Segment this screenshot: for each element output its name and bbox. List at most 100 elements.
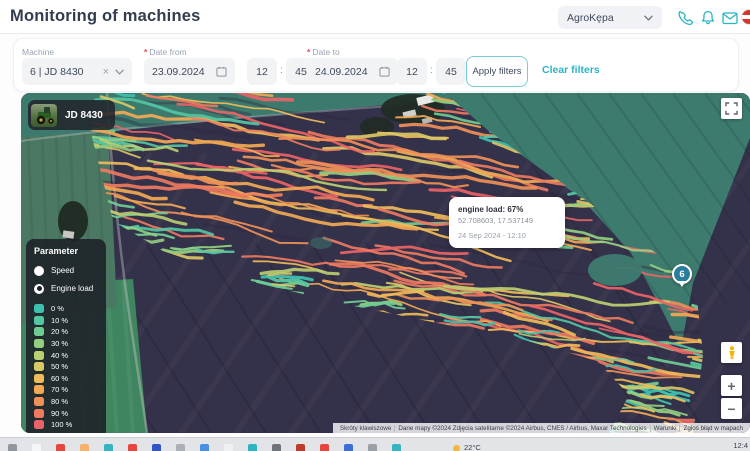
app-header: Monitoring of machines AgroKępa [0, 0, 750, 34]
legend-scale-row: 0 % [34, 303, 98, 315]
legend-swatch-label: 0 % [51, 304, 64, 313]
legend-scale-row: 60 % [34, 373, 98, 385]
date-from-input[interactable]: 23.09.2024 [144, 58, 235, 85]
machine-photo [31, 104, 57, 127]
legend-swatch [34, 362, 44, 371]
legend-swatch [34, 316, 44, 325]
map-attribution: Skróty klawiszowe Dane mapy ©2024 Zdjęcia… [333, 423, 750, 433]
phone-icon[interactable] [676, 9, 694, 27]
legend-scale-row: 100 % [34, 419, 98, 431]
legend-swatch-label: 60 % [51, 374, 68, 383]
legend-scale: 0 % 10 % 20 % 30 % 40 % 50 % 60 % 70 % 80 % 90 % 1… [34, 303, 98, 431]
machine-badge[interactable]: JD 8430 [28, 100, 115, 130]
legend-swatch [34, 385, 44, 394]
time-separator: : [430, 65, 433, 76]
taskbar-clock[interactable]: 12:4 [733, 441, 748, 450]
attribution-link[interactable]: Zgłoś błąd w mapach [683, 425, 743, 432]
legend-swatch-label: 100 % [51, 420, 72, 429]
chevron-down-icon [115, 69, 124, 75]
legend-scale-row: 10 % [34, 315, 98, 327]
legend-scale-row: 80 % [34, 396, 98, 408]
map-marker[interactable]: 6 [672, 264, 692, 284]
parameter-option-engine-load[interactable]: Engine load [34, 281, 98, 296]
marker-label: 6 [679, 269, 684, 280]
legend-swatch-label: 10 % [51, 316, 68, 325]
legend-scale-row: 20 % [34, 326, 98, 338]
machine-select[interactable]: 6 | JD 8430 × [22, 58, 132, 85]
tooltip-coordinates: 52.708603, 17.537149 [458, 216, 556, 225]
page-title: Monitoring of machines [10, 7, 200, 26]
clear-selection-icon[interactable]: × [103, 66, 109, 78]
taskbar-weather[interactable]: 22°C [453, 440, 481, 451]
fullscreen-icon [725, 102, 738, 115]
machine-select-value: 6 | JD 8430 [30, 66, 103, 78]
legend-scale-row: 90 % [34, 407, 98, 419]
minute-to-input[interactable]: 45 [436, 58, 466, 85]
legend-swatch-label: 20 % [51, 327, 68, 336]
time-separator: : [280, 65, 283, 76]
map-canvas[interactable]: JD 8430 engine load: 67% 52.708603, 17.5… [21, 93, 750, 433]
machine-label: Machine [22, 47, 54, 57]
legend-swatch [34, 339, 44, 348]
attribution-divider [679, 425, 680, 432]
legend-scale-row: 70 % [34, 384, 98, 396]
parameter-option-label: Speed [51, 266, 74, 275]
date-to-input[interactable]: 24.09.2024 [307, 58, 398, 85]
calendar-icon[interactable] [216, 66, 227, 77]
attribution-link[interactable]: Warunki [654, 425, 677, 432]
satellite-track-overlay [21, 93, 750, 433]
legend-swatch-label: 80 % [51, 397, 68, 406]
legend-swatch [34, 409, 44, 418]
page-background: Monitoring of machines AgroKępa Machine … [0, 0, 750, 450]
radio-selected-icon[interactable] [34, 284, 44, 294]
tooltip-value: engine load: 67% [458, 205, 556, 214]
legend-swatch [34, 327, 44, 336]
minus-icon: − [727, 402, 735, 416]
legend-swatch [34, 420, 44, 429]
hour-from-input[interactable]: 12 [247, 58, 277, 85]
legend-swatch [34, 397, 44, 406]
fullscreen-button[interactable] [721, 98, 742, 119]
bell-icon[interactable] [699, 9, 717, 27]
plus-icon: + [727, 379, 735, 393]
legend-swatch-label: 50 % [51, 362, 68, 371]
legend-scale-row: 40 % [34, 349, 98, 361]
organization-select-value: AgroKępa [567, 12, 614, 24]
date-to-label: *Date to [307, 47, 340, 57]
date-from-label: *Date from [144, 47, 187, 57]
date-to-value: 24.09.2024 [315, 66, 379, 78]
legend-swatch-label: 30 % [51, 339, 68, 348]
radio-icon[interactable] [34, 266, 44, 276]
language-flag-icon[interactable] [741, 9, 750, 25]
attribution-link[interactable]: Skróty klawiszowe [340, 425, 391, 432]
pegman-button[interactable] [721, 342, 742, 363]
attribution-divider [650, 425, 651, 432]
legend-swatch-label: 70 % [51, 385, 68, 394]
legend-swatch-label: 40 % [51, 351, 68, 360]
legend-swatch-label: 90 % [51, 409, 68, 418]
legend-swatch [34, 374, 44, 383]
machine-badge-label: JD 8430 [65, 110, 103, 121]
organization-select[interactable]: AgroKępa [558, 6, 662, 29]
parameter-option-speed[interactable]: Speed [34, 263, 98, 278]
apply-filters-button[interactable]: Apply filters [466, 56, 528, 87]
legend-swatch [34, 304, 44, 313]
zoom-in-button[interactable]: + [721, 375, 742, 396]
calendar-icon[interactable] [379, 66, 390, 77]
weather-icon [453, 445, 460, 451]
legend-scale-row: 50 % [34, 361, 98, 373]
mail-icon[interactable] [721, 9, 739, 27]
date-from-value: 23.09.2024 [152, 66, 216, 78]
data-point-tooltip: engine load: 67% 52.708603, 17.537149 24… [449, 197, 565, 248]
tooltip-datetime: 24 Sep 2024 - 12:10 [458, 231, 556, 240]
filters-card: Machine 6 | JD 8430 × *Date from 23.09.2… [13, 38, 739, 92]
hour-to-input[interactable]: 12 [397, 58, 427, 85]
chevron-down-icon [644, 15, 653, 21]
parameter-option-label: Engine load [51, 284, 93, 293]
attribution-text: Dane mapy ©2024 Zdjęcia satelitarne ©202… [398, 425, 646, 432]
os-taskbar: 22°C 12:4 [0, 437, 750, 451]
legend-scale-row: 30 % [34, 338, 98, 350]
zoom-out-button[interactable]: − [721, 398, 742, 419]
pegman-icon [727, 346, 737, 360]
clear-filters-button[interactable]: Clear filters [542, 64, 600, 76]
